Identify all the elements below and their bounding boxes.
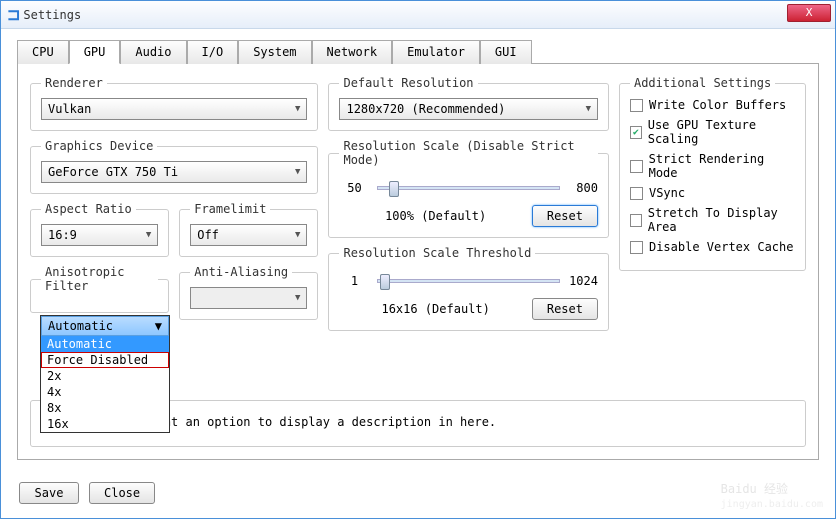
checkbox-icon bbox=[630, 241, 643, 254]
anisotropic-option-8x[interactable]: 8x bbox=[41, 400, 169, 416]
renderer-select[interactable]: Vulkan ▼ bbox=[41, 98, 307, 120]
column-middle: Default Resolution 1280x720 (Recommended… bbox=[328, 76, 609, 447]
renderer-legend: Renderer bbox=[41, 76, 107, 90]
checkbox-icon bbox=[630, 99, 643, 112]
aspect-ratio-group: Aspect Ratio 16:9 ▼ bbox=[30, 202, 169, 257]
window-title: Settings bbox=[23, 8, 81, 22]
checkbox-strict-rendering-mode[interactable]: Strict Rendering Mode bbox=[630, 152, 795, 180]
checkbox-stretch-to-display-area[interactable]: Stretch To Display Area bbox=[630, 206, 795, 234]
framelimit-value: Off bbox=[197, 228, 219, 242]
additional-settings-legend: Additional Settings bbox=[630, 76, 775, 90]
checkbox-write-color-buffers[interactable]: Write Color Buffers bbox=[630, 98, 795, 112]
checkbox-disable-vertex-cache[interactable]: Disable Vertex Cache bbox=[630, 240, 795, 254]
resolution-scale-max: 800 bbox=[568, 181, 598, 195]
default-resolution-select[interactable]: 1280x720 (Recommended) ▼ bbox=[339, 98, 598, 120]
bottom-buttons: Save Close bbox=[19, 482, 155, 504]
anti-aliasing-group: Anti-Aliasing ▼ bbox=[179, 265, 318, 320]
chevron-down-icon: ▼ bbox=[155, 319, 162, 333]
tab-audio[interactable]: Audio bbox=[120, 40, 186, 64]
graphics-device-legend: Graphics Device bbox=[41, 139, 157, 153]
chevron-down-icon: ▼ bbox=[586, 104, 591, 114]
gpu-panel: Renderer Vulkan ▼ Graphics Device GeForc… bbox=[17, 64, 819, 460]
resolution-scale-legend: Resolution Scale (Disable Strict Mode) bbox=[339, 139, 598, 167]
save-button[interactable]: Save bbox=[19, 482, 79, 504]
aspect-ratio-legend: Aspect Ratio bbox=[41, 202, 136, 216]
graphics-device-value: GeForce GTX 750 Ti bbox=[48, 165, 178, 179]
aspect-ratio-value: 16:9 bbox=[48, 228, 77, 242]
anisotropic-filter-value: Automatic bbox=[48, 319, 113, 333]
anisotropic-filter-dropdown: Automatic ▼ Automatic Force Disabled 2x … bbox=[40, 315, 170, 433]
checkbox-icon bbox=[630, 160, 643, 173]
column-right: Additional Settings Write Color Buffers … bbox=[619, 76, 806, 447]
resolution-threshold-group: Resolution Scale Threshold 1 1024 16x16 … bbox=[328, 246, 609, 331]
graphics-device-select[interactable]: GeForce GTX 750 Ti ▼ bbox=[41, 161, 307, 183]
default-resolution-legend: Default Resolution bbox=[339, 76, 477, 90]
framelimit-legend: Framelimit bbox=[190, 202, 270, 216]
watermark: Baidu 经验 jingyan.baidu.com bbox=[721, 476, 823, 510]
tab-bar: CPU GPU Audio I/O System Network Emulato… bbox=[17, 39, 819, 64]
resolution-threshold-max: 1024 bbox=[568, 274, 598, 288]
default-resolution-group: Default Resolution 1280x720 (Recommended… bbox=[328, 76, 609, 131]
chevron-down-icon: ▼ bbox=[295, 230, 300, 240]
checkbox-icon bbox=[630, 214, 642, 227]
chevron-down-icon: ▼ bbox=[295, 293, 300, 303]
graphics-device-group: Graphics Device GeForce GTX 750 Ti ▼ bbox=[30, 139, 318, 194]
framelimit-group: Framelimit Off ▼ bbox=[179, 202, 318, 257]
checkbox-vsync[interactable]: VSync bbox=[630, 186, 795, 200]
close-window-button[interactable]: X bbox=[787, 4, 831, 22]
additional-settings-group: Additional Settings Write Color Buffers … bbox=[619, 76, 806, 271]
anisotropic-option-16x[interactable]: 16x bbox=[41, 416, 169, 432]
anti-aliasing-legend: Anti-Aliasing bbox=[190, 265, 292, 279]
resolution-scale-slider-row: 50 800 bbox=[339, 181, 598, 195]
close-button[interactable]: Close bbox=[89, 482, 155, 504]
tab-cpu[interactable]: CPU bbox=[17, 40, 69, 64]
anisotropic-option-2x[interactable]: 2x bbox=[41, 368, 169, 384]
checkbox-icon: ✔ bbox=[630, 126, 642, 139]
framelimit-select[interactable]: Off ▼ bbox=[190, 224, 307, 246]
resolution-scale-slider[interactable] bbox=[377, 186, 560, 190]
anisotropic-option-force-disabled[interactable]: Force Disabled bbox=[41, 352, 169, 368]
anisotropic-filter-group: Anisotropic Filter bbox=[30, 265, 169, 313]
resolution-scale-min: 50 bbox=[339, 181, 369, 195]
anisotropic-filter-legend: Anisotropic Filter bbox=[41, 265, 158, 293]
checkbox-use-gpu-texture-scaling[interactable]: ✔Use GPU Texture Scaling bbox=[630, 118, 795, 146]
anisotropic-option-4x[interactable]: 4x bbox=[41, 384, 169, 400]
resolution-scale-group: Resolution Scale (Disable Strict Mode) 5… bbox=[328, 139, 609, 238]
resolution-threshold-slider[interactable] bbox=[377, 279, 560, 283]
resolution-threshold-reset-button[interactable]: Reset bbox=[532, 298, 598, 320]
titlebar: ⊐ Settings X bbox=[1, 1, 835, 29]
chevron-down-icon: ▼ bbox=[295, 167, 300, 177]
resolution-scale-display: 100% (Default) bbox=[339, 209, 531, 223]
resolution-scale-reset-button[interactable]: Reset bbox=[532, 205, 598, 227]
tab-io[interactable]: I/O bbox=[187, 40, 239, 64]
anisotropic-option-automatic[interactable]: Automatic bbox=[41, 336, 169, 352]
aspect-framelimit-row: Aspect Ratio 16:9 ▼ Framelimit Off ▼ bbox=[30, 202, 318, 257]
resolution-threshold-display: 16x16 (Default) bbox=[339, 302, 531, 316]
checkbox-icon bbox=[630, 187, 643, 200]
content-area: CPU GPU Audio I/O System Network Emulato… bbox=[1, 29, 835, 470]
aniso-aa-row: Anisotropic Filter Anti-Aliasing ▼ bbox=[30, 265, 318, 320]
chevron-down-icon: ▼ bbox=[146, 230, 151, 240]
resolution-threshold-slider-row: 1 1024 bbox=[339, 274, 598, 288]
settings-window: ⊐ Settings X CPU GPU Audio I/O System Ne… bbox=[0, 0, 836, 519]
chevron-down-icon: ▼ bbox=[295, 104, 300, 114]
tab-gui[interactable]: GUI bbox=[480, 40, 532, 64]
renderer-value: Vulkan bbox=[48, 102, 91, 116]
resolution-threshold-legend: Resolution Scale Threshold bbox=[339, 246, 535, 260]
tab-emulator[interactable]: Emulator bbox=[392, 40, 480, 64]
resolution-threshold-min: 1 bbox=[339, 274, 369, 288]
aspect-ratio-select[interactable]: 16:9 ▼ bbox=[41, 224, 158, 246]
default-resolution-value: 1280x720 (Recommended) bbox=[346, 102, 505, 116]
anisotropic-filter-select[interactable]: Automatic ▼ bbox=[41, 316, 169, 336]
anti-aliasing-select[interactable]: ▼ bbox=[190, 287, 307, 309]
tab-gpu[interactable]: GPU bbox=[69, 40, 121, 64]
app-icon: ⊐ bbox=[7, 5, 17, 25]
renderer-group: Renderer Vulkan ▼ bbox=[30, 76, 318, 131]
tab-system[interactable]: System bbox=[238, 40, 311, 64]
tab-network[interactable]: Network bbox=[312, 40, 393, 64]
